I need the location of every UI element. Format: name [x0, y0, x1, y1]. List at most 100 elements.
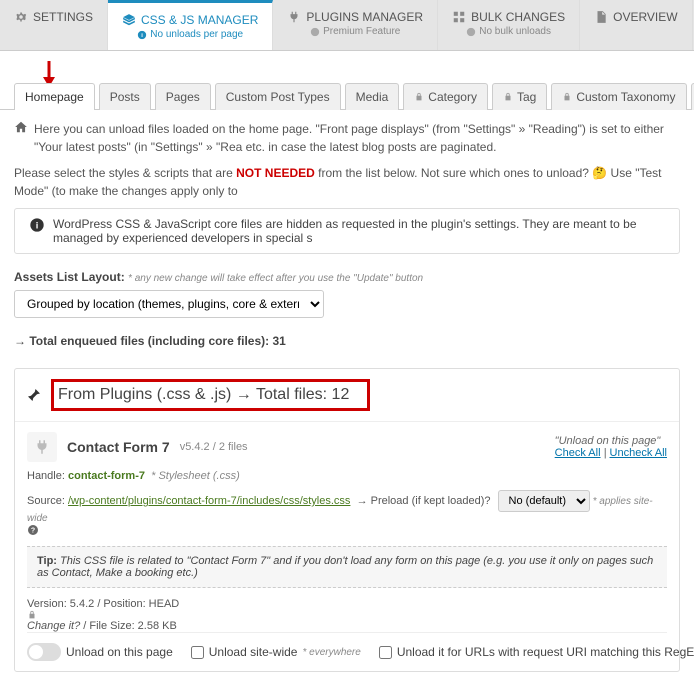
- unload-page-label: Unload on this page: [66, 645, 173, 659]
- info-text: Here you can unload files loaded on the …: [34, 120, 680, 156]
- source-line: Source: /wp-content/plugins/contact-form…: [27, 490, 667, 536]
- uncheck-all-link[interactable]: Uncheck All: [610, 447, 667, 459]
- tab-plugins[interactable]: PLUGINS MANAGER Premium Feature: [273, 0, 438, 50]
- info-text: Please select the styles & scripts that …: [14, 166, 236, 180]
- bulk-icon: [452, 10, 466, 24]
- checkbox[interactable]: [191, 646, 204, 659]
- subtab-label: Homepage: [25, 90, 84, 104]
- unload-actions: "Unload on this page" Check All | Unchec…: [555, 435, 667, 459]
- tip-text: This CSS file is related to "Contact For…: [37, 555, 653, 579]
- source-label: Source:: [27, 495, 65, 507]
- tip-box: Tip: This CSS file is related to "Contac…: [27, 546, 667, 588]
- top-nav: SETTINGS CSS & JS MANAGER iNo unloads pe…: [0, 0, 694, 51]
- subtab-pages[interactable]: Pages: [155, 83, 211, 110]
- subtab-label: Custom Taxonomy: [576, 90, 675, 104]
- checkbox[interactable]: [379, 646, 392, 659]
- info-icon: i: [137, 30, 147, 40]
- unload-page-toggle[interactable]: Unload on this page: [27, 643, 173, 661]
- unload-hint: "Unload on this page": [555, 435, 667, 447]
- plug-icon: [287, 10, 301, 24]
- handle-label: Handle:: [27, 470, 65, 482]
- not-needed-label: NOT NEEDED: [236, 166, 315, 180]
- asset-meta: v5.4.2 / 2 files: [180, 441, 248, 453]
- tab-overview[interactable]: OVERVIEW: [580, 0, 692, 50]
- home-icon: [14, 120, 28, 134]
- pin-icon: [25, 386, 43, 404]
- preload-label: → Preload (if kept loaded)?: [357, 495, 491, 507]
- notice-core-hidden: i WordPress CSS & JavaScript core files …: [14, 208, 680, 254]
- section-title: From Plugins (.css & .js) → Total files:…: [58, 386, 349, 403]
- asset-head: Contact Form 7 v5.4.2 / 2 files "Unload …: [27, 432, 667, 462]
- gear-icon: [14, 10, 28, 24]
- section-plugins: From Plugins (.css & .js) → Total files:…: [14, 368, 680, 672]
- lock-icon: [27, 610, 667, 620]
- unload-site-label: Unload site-wide: [209, 645, 298, 659]
- subtab-posts[interactable]: Posts: [99, 83, 151, 110]
- stack-icon: [122, 13, 136, 27]
- subtab-cpt[interactable]: Custom Post Types: [215, 83, 341, 110]
- tab-label: PLUGINS MANAGER: [306, 10, 423, 24]
- preload-select[interactable]: No (default): [498, 490, 590, 512]
- handle-value: contact-form-7: [68, 470, 145, 482]
- tab-sublabel: No bulk unloads: [479, 26, 551, 37]
- info-line-select: Please select the styles & scripts that …: [14, 164, 680, 200]
- info-icon: [466, 27, 476, 37]
- layout-label: Assets List Layout:: [14, 270, 125, 284]
- subtab-category[interactable]: Category: [403, 83, 488, 110]
- tab-bulk[interactable]: BULK CHANGES No bulk unloads: [438, 0, 580, 50]
- filesize-text: / File Size: 2.58 KB: [83, 620, 177, 632]
- info-area: Here you can unload files loaded on the …: [0, 109, 694, 200]
- subtab-label: Tag: [517, 90, 536, 104]
- unload-controls: Unload on this page Unload site-wide * e…: [27, 632, 667, 661]
- assets-layout-block: Assets List Layout: * any new change wil…: [0, 262, 694, 326]
- subtab-label: Category: [428, 90, 477, 104]
- style-tag: * Stylesheet (.css): [151, 470, 240, 482]
- lock-icon: [503, 92, 513, 102]
- tip-label: Tip:: [37, 555, 57, 567]
- asset-row: Contact Form 7 v5.4.2 / 2 files "Unload …: [15, 421, 679, 671]
- total-enqueued: → Total enqueued files (including core f…: [0, 326, 694, 356]
- tab-label: OVERVIEW: [613, 10, 677, 24]
- tab-label: BULK CHANGES: [471, 10, 565, 24]
- svg-text:i: i: [36, 220, 39, 230]
- toggle-icon[interactable]: [27, 643, 61, 661]
- source-link[interactable]: /wp-content/plugins/contact-form-7/inclu…: [68, 495, 350, 507]
- annotation-arrow: [40, 59, 694, 87]
- change-it-link[interactable]: Change it?: [27, 620, 80, 632]
- version-line: Version: 5.4.2 / Position: HEAD Change i…: [27, 598, 667, 632]
- info-icon: i: [29, 217, 45, 233]
- subtab-label: Pages: [166, 90, 200, 104]
- everywhere-hint: * everywhere: [302, 647, 360, 658]
- tab-label: SETTINGS: [33, 10, 93, 24]
- unload-regex-checkbox[interactable]: Unload it for URLs with request URI matc…: [379, 645, 694, 659]
- lock-icon: [414, 92, 424, 102]
- subtab-label: Custom Post Types: [226, 90, 330, 104]
- notice-text: WordPress CSS & JavaScript core files ar…: [53, 217, 665, 245]
- handle-line: Handle: contact-form-7 * Stylesheet (.cs…: [27, 470, 667, 482]
- section-title-highlight: From Plugins (.css & .js) → Total files:…: [51, 379, 370, 411]
- svg-text:?: ?: [31, 528, 35, 535]
- check-all-link[interactable]: Check All: [555, 447, 601, 459]
- layout-select[interactable]: Grouped by location (themes, plugins, co…: [14, 290, 324, 318]
- info-icon: [310, 27, 320, 37]
- layout-hint: * any new change will take effect after …: [128, 273, 423, 284]
- tab-sublabel: Premium Feature: [323, 26, 400, 37]
- subtab-search[interactable]: Search: [691, 83, 694, 110]
- unload-sitewide-checkbox[interactable]: Unload site-wide * everywhere: [191, 645, 361, 659]
- unload-regex-label: Unload it for URLs with request URI matc…: [397, 645, 694, 659]
- subtab-tag[interactable]: Tag: [492, 83, 547, 110]
- subtab-label: Posts: [110, 90, 140, 104]
- tab-label: CSS & JS MANAGER: [141, 13, 258, 27]
- subtab-ctax[interactable]: Custom Taxonomy: [551, 83, 686, 110]
- tab-cssjs[interactable]: CSS & JS MANAGER iNo unloads per page: [108, 0, 273, 50]
- help-icon[interactable]: ?: [27, 524, 667, 536]
- info-line-home: Here you can unload files loaded on the …: [14, 120, 680, 156]
- section-header: From Plugins (.css & .js) → Total files:…: [15, 369, 679, 421]
- subtab-homepage[interactable]: Homepage: [14, 83, 95, 110]
- subtab-label: Media: [356, 90, 389, 104]
- tab-settings[interactable]: SETTINGS: [0, 0, 108, 50]
- tab-sublabel: No unloads per page: [150, 29, 243, 40]
- plugin-thumb-icon: [27, 432, 57, 462]
- lock-icon: [562, 92, 572, 102]
- subtab-media[interactable]: Media: [345, 83, 400, 110]
